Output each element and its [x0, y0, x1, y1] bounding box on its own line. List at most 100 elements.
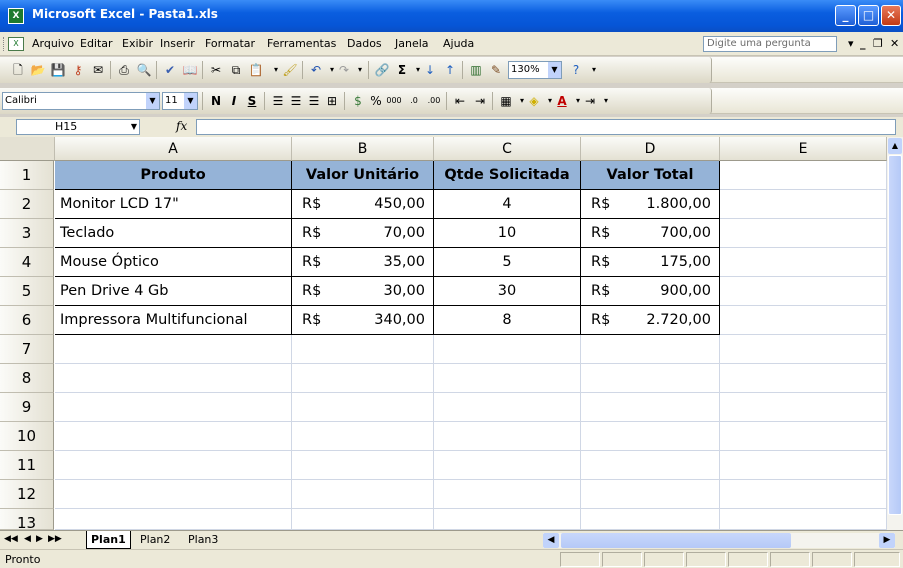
vertical-scrollbar[interactable]: ▲: [887, 137, 903, 530]
quantity-cell[interactable]: 10: [434, 219, 581, 248]
cell[interactable]: [292, 364, 434, 393]
sheet-tab-plan1[interactable]: Plan1: [86, 531, 131, 549]
borders-icon[interactable]: ▦: [498, 93, 514, 109]
table-header-cell[interactable]: Qtde Solicitada: [434, 161, 581, 190]
chart-wizard-icon[interactable]: ▥: [468, 62, 484, 78]
help-icon[interactable]: ?: [568, 62, 584, 78]
quantity-cell[interactable]: 30: [434, 277, 581, 306]
name-box[interactable]: H15 ▼: [16, 119, 140, 135]
unit-price-cell[interactable]: R$ 340,00: [292, 306, 434, 335]
menu-exibir[interactable]: Exibir: [122, 37, 153, 50]
sort-ascending-icon[interactable]: ↓: [422, 62, 438, 78]
font-size-dropdown-icon[interactable]: ▼: [184, 93, 197, 109]
row-header[interactable]: 13: [0, 509, 54, 530]
cell[interactable]: [55, 451, 292, 480]
unit-price-cell[interactable]: R$ 35,00: [292, 248, 434, 277]
row-header[interactable]: 9: [0, 393, 54, 422]
row-header[interactable]: 2: [0, 190, 54, 219]
cell[interactable]: [55, 509, 292, 530]
first-sheet-icon[interactable]: ◀◀: [4, 534, 18, 544]
row-header[interactable]: 1: [0, 161, 54, 190]
cell[interactable]: [581, 364, 720, 393]
close-button[interactable]: ✕: [881, 5, 901, 26]
thousands-separator-icon[interactable]: 000: [386, 93, 402, 109]
cell[interactable]: [720, 509, 887, 530]
menu-ferramentas[interactable]: Ferramentas: [267, 37, 336, 50]
doc-restore-icon[interactable]: ❐: [873, 37, 883, 50]
row-header[interactable]: 6: [0, 306, 54, 335]
menu-ajuda[interactable]: Ajuda: [443, 37, 474, 50]
font-combo[interactable]: Calibri ▼: [2, 92, 160, 110]
formula-input[interactable]: [196, 119, 896, 135]
product-cell[interactable]: Teclado: [55, 219, 292, 248]
cell[interactable]: [720, 451, 887, 480]
open-icon[interactable]: 📂: [30, 62, 46, 78]
total-value-cell[interactable]: R$ 1.800,00: [581, 190, 720, 219]
cell[interactable]: [55, 393, 292, 422]
menu-janela[interactable]: Janela: [395, 37, 429, 50]
vertical-scroll-thumb[interactable]: [888, 155, 902, 515]
cell[interactable]: [720, 393, 887, 422]
merge-center-icon[interactable]: ⊞: [324, 93, 340, 109]
research-icon[interactable]: 📖: [182, 62, 198, 78]
scroll-right-icon[interactable]: ▶: [879, 533, 895, 548]
total-value-cell[interactable]: R$ 700,00: [581, 219, 720, 248]
quantity-cell[interactable]: 5: [434, 248, 581, 277]
cell[interactable]: [55, 335, 292, 364]
align-center-icon[interactable]: ☰: [288, 93, 304, 109]
zoom-combo[interactable]: 130% ▼: [508, 61, 562, 79]
cell[interactable]: [434, 480, 581, 509]
cell[interactable]: [720, 190, 887, 219]
scroll-up-icon[interactable]: ▲: [888, 138, 902, 154]
italic-icon[interactable]: I: [226, 93, 242, 109]
toolbar-options-icon[interactable]: ▾: [598, 93, 614, 109]
redo-dropdown-icon[interactable]: ▾: [352, 62, 368, 78]
cell[interactable]: [55, 422, 292, 451]
cell[interactable]: [581, 393, 720, 422]
paste-icon[interactable]: 📋: [248, 62, 264, 78]
quantity-cell[interactable]: 8: [434, 306, 581, 335]
help-question-input[interactable]: Digite uma pergunta: [703, 36, 837, 52]
row-header[interactable]: 4: [0, 248, 54, 277]
print-icon[interactable]: ⎙: [116, 62, 132, 78]
horizontal-scroll-thumb[interactable]: [561, 533, 791, 548]
sheet-tab-plan2[interactable]: Plan2: [136, 531, 174, 549]
cell[interactable]: [434, 393, 581, 422]
decrease-decimal-icon[interactable]: .00: [426, 93, 442, 109]
cell[interactable]: [720, 422, 887, 451]
prev-sheet-icon[interactable]: ◀: [24, 534, 31, 544]
increase-indent-icon[interactable]: ⇥: [472, 93, 488, 109]
percent-icon[interactable]: %: [368, 93, 384, 109]
cell[interactable]: [581, 335, 720, 364]
scroll-left-icon[interactable]: ◀: [543, 533, 559, 548]
cell[interactable]: [720, 480, 887, 509]
toolbar-options-icon[interactable]: ▾: [586, 62, 602, 78]
product-cell[interactable]: Monitor LCD 17": [55, 190, 292, 219]
sort-descending-icon[interactable]: ↑: [442, 62, 458, 78]
minimize-button[interactable]: _: [835, 5, 856, 26]
cell[interactable]: [434, 335, 581, 364]
row-header[interactable]: 5: [0, 277, 54, 306]
last-sheet-icon[interactable]: ▶▶: [48, 534, 62, 544]
document-icon[interactable]: X: [8, 37, 24, 51]
row-header[interactable]: 8: [0, 364, 54, 393]
print-preview-icon[interactable]: 🔍: [136, 62, 152, 78]
doc-minimize-icon[interactable]: _: [860, 37, 866, 50]
unit-price-cell[interactable]: R$ 70,00: [292, 219, 434, 248]
save-icon[interactable]: 💾: [50, 62, 66, 78]
cell[interactable]: [581, 509, 720, 530]
redo-icon[interactable]: ↷: [336, 62, 352, 78]
cell[interactable]: [292, 509, 434, 530]
format-painter-icon[interactable]: 🖌: [282, 62, 298, 78]
row-header[interactable]: 12: [0, 480, 54, 509]
table-header-cell[interactable]: Valor Unitário: [292, 161, 434, 190]
maximize-button[interactable]: □: [858, 5, 879, 26]
menu-editar[interactable]: Editar: [80, 37, 113, 50]
undo-icon[interactable]: ↶: [308, 62, 324, 78]
row-header[interactable]: 3: [0, 219, 54, 248]
unit-price-cell[interactable]: R$ 450,00: [292, 190, 434, 219]
cell[interactable]: [720, 306, 887, 335]
row-header[interactable]: 7: [0, 335, 54, 364]
column-header-a[interactable]: A: [55, 137, 292, 161]
hyperlink-icon[interactable]: 🔗: [374, 62, 390, 78]
